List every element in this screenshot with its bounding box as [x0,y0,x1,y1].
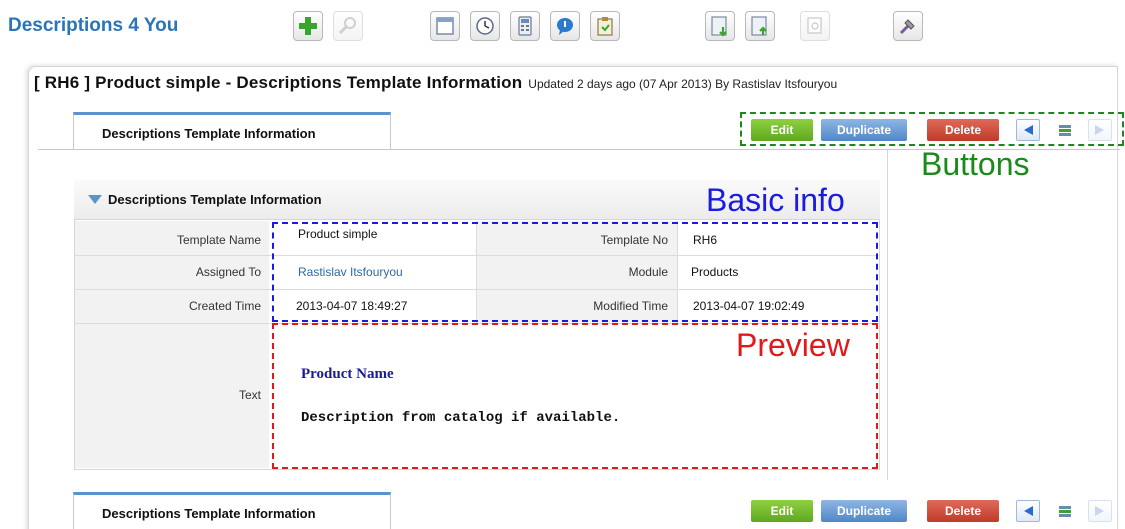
clipboard-button[interactable] [590,11,620,41]
arrow-left-icon [1024,506,1033,516]
import-button[interactable] [705,11,735,41]
layout-button-bottom[interactable] [1053,500,1077,522]
add-icon [299,17,317,35]
find-duplicates-button[interactable] [800,11,830,41]
basic-info-annotation-box [272,222,878,322]
search-button[interactable] [333,11,363,41]
record-title-text: [ RH6 ] Product simple - Descriptions Te… [34,73,523,92]
buttons-annotation-box [740,112,1124,146]
app-title[interactable]: Descriptions 4 You [8,15,178,37]
collapse-triangle-icon[interactable] [88,195,102,204]
tab-descriptions-template-information[interactable]: Descriptions Template Information [73,112,391,150]
list-view-icon [1059,506,1071,517]
add-button[interactable] [293,11,323,41]
text-label: Text [80,388,261,402]
clipboard-icon [597,17,613,36]
delete-button-bottom[interactable]: Delete [927,500,999,522]
clock-button[interactable] [470,11,500,41]
next-record-button-bottom[interactable] [1088,500,1112,522]
clock-icon [476,17,494,35]
settings-button[interactable] [893,11,923,41]
preview-annotation-label: Preview [736,327,850,363]
tab-descriptions-template-information-bottom[interactable]: Descriptions Template Information [73,492,391,529]
previous-record-button-bottom[interactable] [1016,500,1040,522]
find-duplicates-icon [807,17,822,34]
export-button[interactable] [745,11,775,41]
record-title: [ RH6 ] Product simple - Descriptions Te… [34,73,837,93]
template-name-label: Template Name [80,233,261,247]
chat-button[interactable] [550,11,580,41]
import-icon [711,16,727,37]
calculator-icon [518,16,532,36]
edit-button-bottom[interactable]: Edit [751,500,813,522]
label-column-bg [75,221,269,468]
calculator-button[interactable] [510,11,540,41]
basic-info-annotation-label: Basic info [706,182,845,218]
duplicate-button-bottom[interactable]: Duplicate [821,500,907,522]
calendar-icon [436,17,454,35]
settings-icon [899,19,915,35]
arrow-right-icon [1095,506,1104,516]
chat-icon [557,18,573,35]
buttons-annotation-label: Buttons [921,146,1030,182]
export-icon [751,16,767,36]
created-time-label: Created Time [80,299,261,313]
calendar-button[interactable] [430,11,460,41]
search-icon [338,17,356,35]
top-toolbar: Descriptions 4 You [0,0,1125,58]
assigned-to-label: Assigned To [80,265,261,279]
record-updated-info: Updated 2 days ago (07 Apr 2013) By Rast… [528,77,838,91]
